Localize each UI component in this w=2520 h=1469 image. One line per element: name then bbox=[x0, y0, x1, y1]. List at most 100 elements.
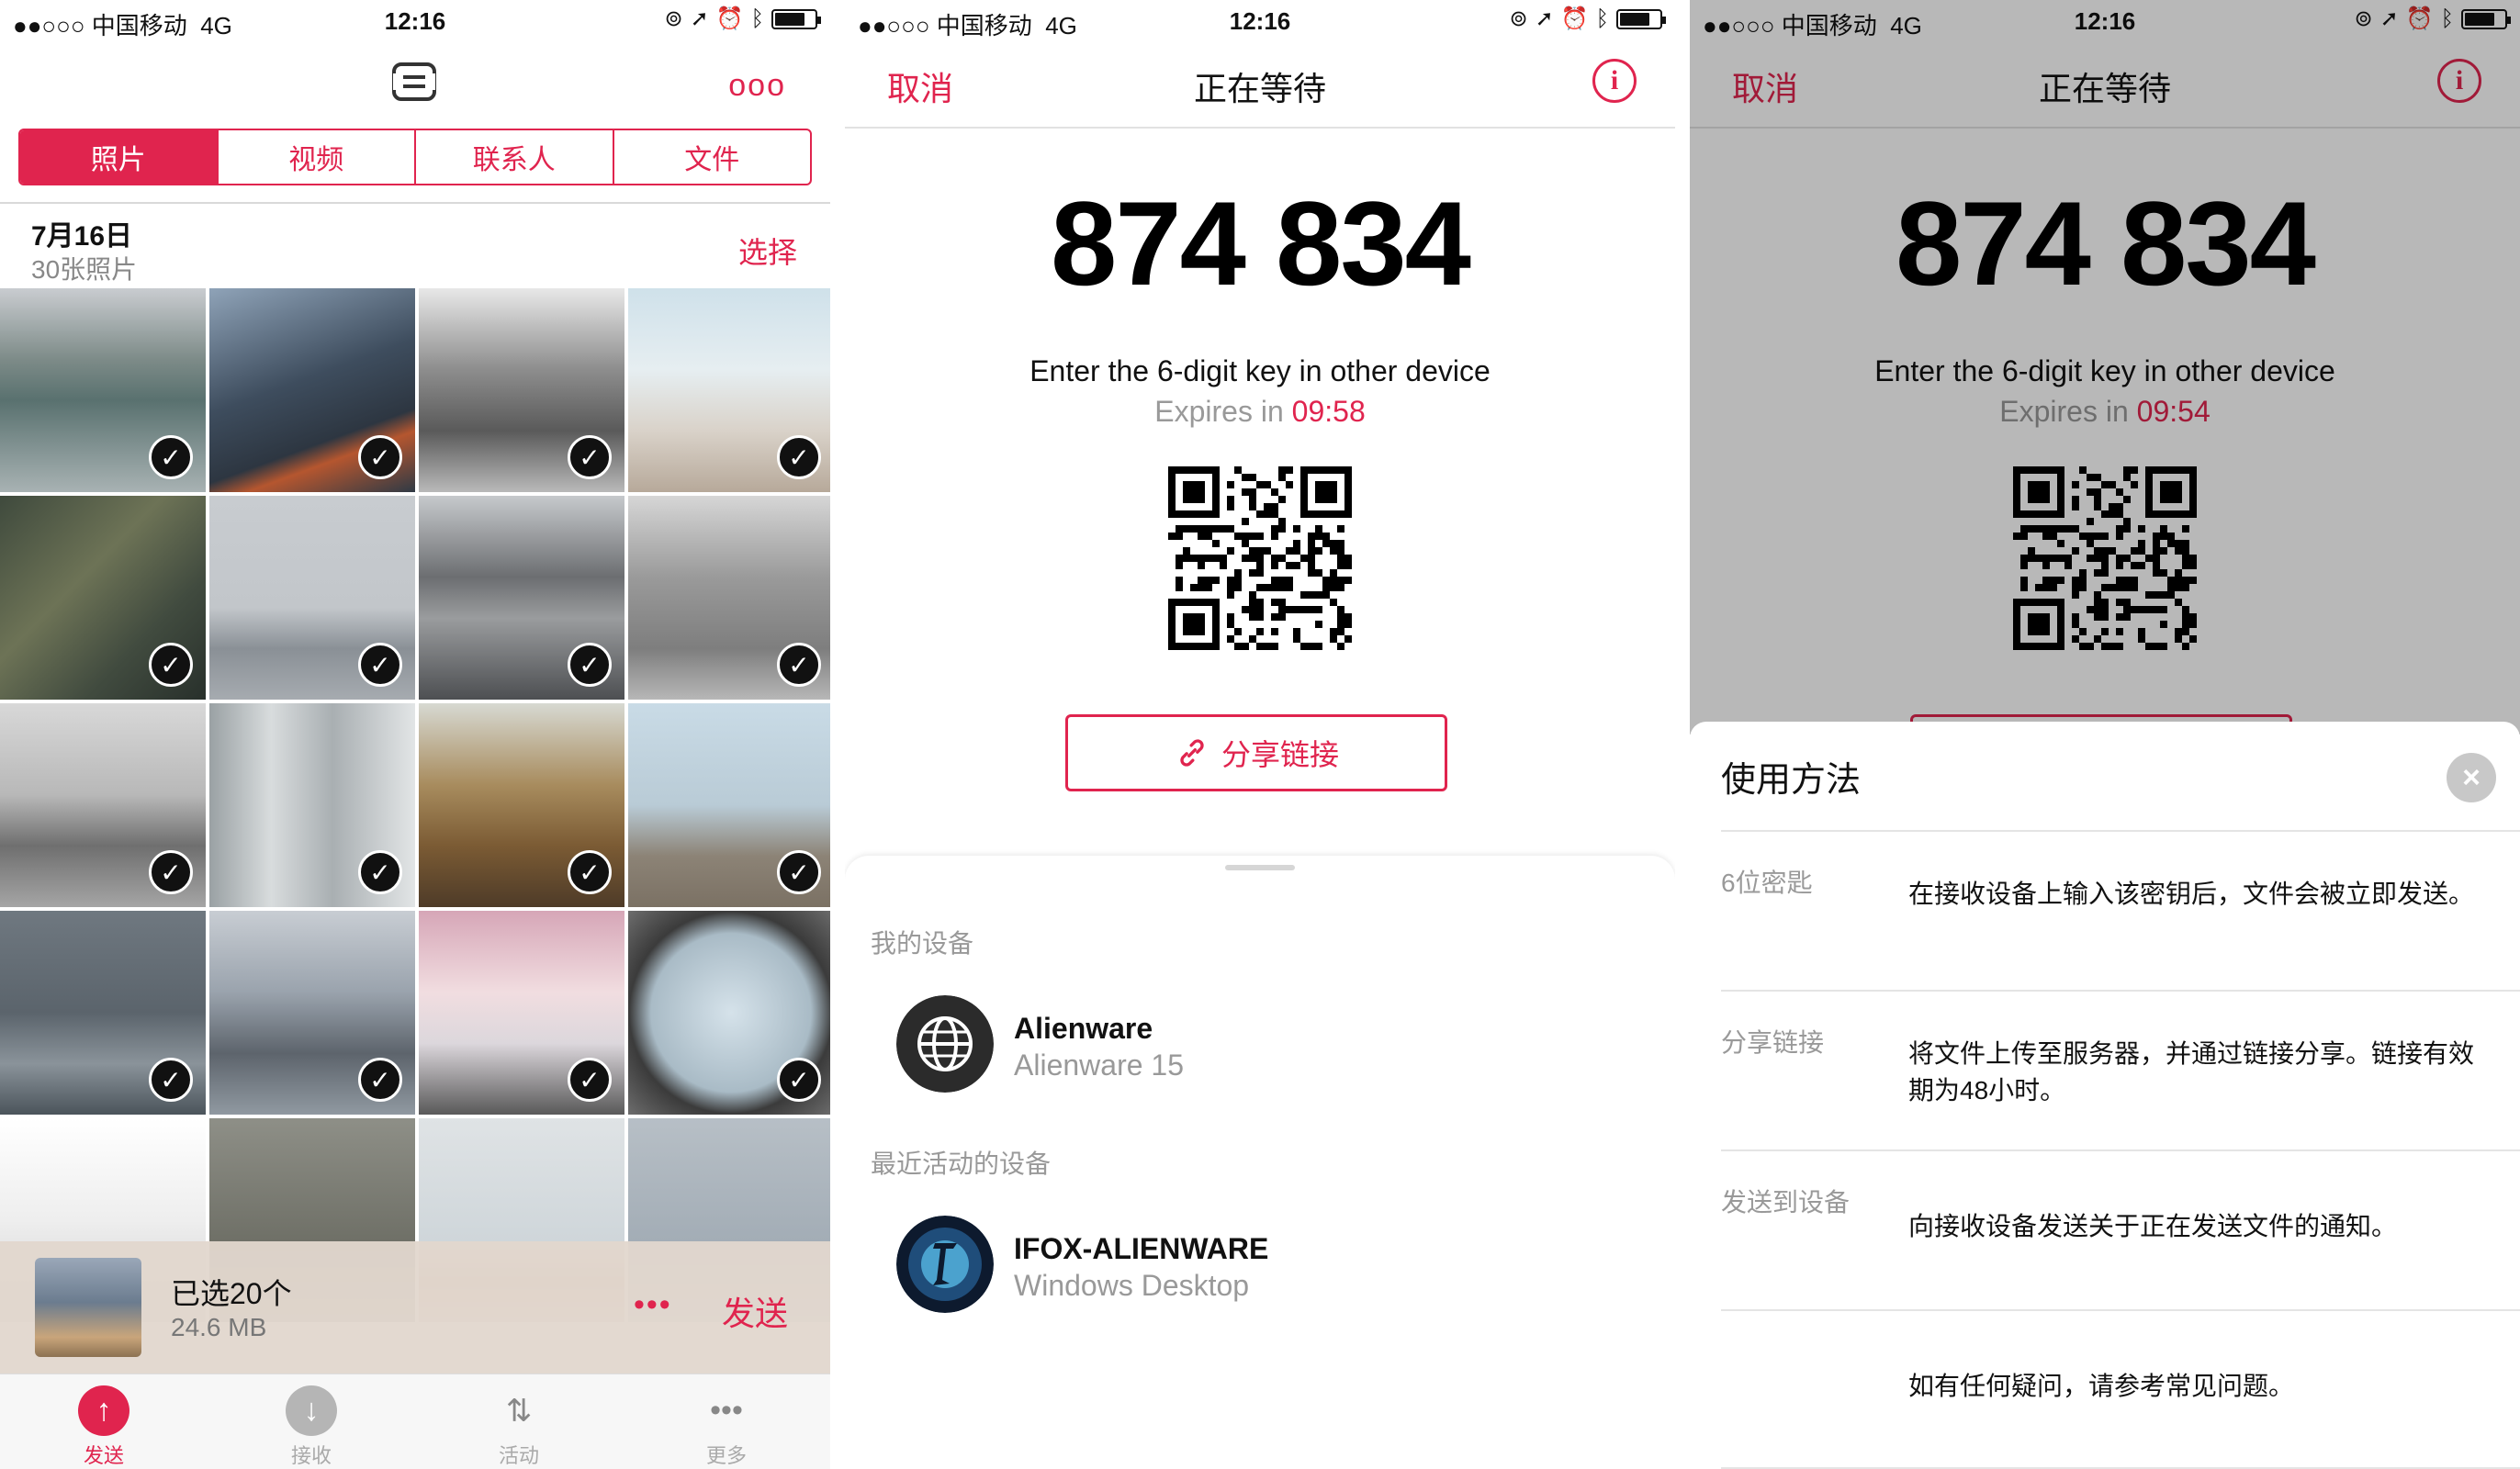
bluetooth-icon: ᛒ bbox=[750, 6, 764, 31]
tab-receive[interactable]: ↓ 接收 bbox=[208, 1374, 415, 1469]
qr-code bbox=[1168, 466, 1352, 650]
photo-thumbnail[interactable]: ✓ bbox=[0, 288, 206, 492]
photo-thumbnail[interactable]: ✓ bbox=[628, 911, 830, 1115]
checkmark-icon[interactable]: ✓ bbox=[149, 850, 193, 894]
selection-bar: 已选20个 24.6 MB ••• 发送 bbox=[0, 1241, 830, 1374]
device-model: Windows Desktop bbox=[1014, 1269, 1250, 1302]
waiting-screen: ●●○○○ 中国移动 4G 12:16 ⊚ ➚ ⏰ ᛒ 取消 正在等待 i 87… bbox=[845, 0, 1675, 1469]
checkmark-icon[interactable]: ✓ bbox=[358, 850, 402, 894]
screen-gap bbox=[830, 0, 845, 1469]
photo-thumbnail[interactable]: ✓ bbox=[209, 288, 415, 492]
share-link-label: 分享链接 bbox=[1221, 738, 1339, 771]
divider bbox=[1721, 830, 2520, 832]
section-date: 7月16日 bbox=[31, 221, 133, 252]
checkmark-icon[interactable]: ✓ bbox=[149, 435, 193, 479]
checkmark-icon[interactable]: ✓ bbox=[568, 1058, 612, 1102]
help-row-value: 将文件上传至服务器，并通过链接分享。链接有效期为48小时。 bbox=[1908, 1039, 2475, 1105]
status-bar: ●●○○○ 中国移动 4G 12:16 ⊚ ➚ ⏰ ᛒ bbox=[845, 0, 1675, 40]
checkmark-icon[interactable]: ✓ bbox=[149, 643, 193, 687]
device-row[interactable]: IFOX-ALIENWARE Windows Desktop bbox=[896, 1216, 1631, 1317]
checkmark-icon[interactable]: ✓ bbox=[568, 850, 612, 894]
expiry-prefix: Expires in bbox=[1154, 395, 1292, 428]
help-faq-note[interactable]: 如有任何疑问，请参考常见问题。 bbox=[1908, 1368, 2474, 1405]
photo-thumbnail[interactable]: ✓ bbox=[0, 496, 206, 700]
more-options-button[interactable]: ooo bbox=[728, 68, 786, 104]
alarm-icon: ⏰ bbox=[715, 6, 744, 31]
battery-icon bbox=[1616, 8, 1666, 29]
segment-videos[interactable]: 视频 bbox=[219, 130, 416, 184]
send-photos-screen: ●●○○○ 中国移动 4G 12:16 ⊚ ➚ ⏰ ᛒ ooo 照片 视频 联系… bbox=[0, 0, 830, 1469]
selection-more-button[interactable]: ••• bbox=[634, 1287, 672, 1323]
checkmark-icon[interactable]: ✓ bbox=[777, 850, 821, 894]
photo-thumbnail[interactable]: ✓ bbox=[419, 703, 624, 907]
checkmark-icon[interactable]: ✓ bbox=[777, 1058, 821, 1102]
tab-more[interactable]: ••• 更多 bbox=[623, 1374, 830, 1469]
photo-thumbnail[interactable]: ✓ bbox=[209, 496, 415, 700]
alarm-icon: ⏰ bbox=[1560, 6, 1589, 31]
expiry-text: Expires in 09:58 bbox=[845, 395, 1675, 429]
tab-activity[interactable]: ⇅ 活动 bbox=[415, 1374, 623, 1469]
close-icon[interactable]: × bbox=[2447, 753, 2496, 802]
selection-preview-image bbox=[35, 1258, 141, 1357]
photo-thumbnail[interactable]: ✓ bbox=[419, 911, 624, 1115]
recent-devices-heading: 最近活动的设备 bbox=[871, 1149, 1052, 1178]
select-button[interactable]: 选择 bbox=[738, 230, 797, 272]
navigation-bar: 取消 正在等待 i bbox=[845, 40, 1675, 129]
status-bar: ●●○○○ 中国移动 4G 12:16 ⊚ ➚ ⏰ ᛒ bbox=[0, 0, 830, 40]
photo-thumbnail[interactable]: ✓ bbox=[0, 703, 206, 907]
share-link-button[interactable]: 分享链接 bbox=[1065, 714, 1447, 791]
help-screen: ●●○○○ 中国移动 4G 12:16 ⊚ ➚ ⏰ ᛒ 取消 正在等待 i 87… bbox=[1690, 0, 2520, 1469]
dim-overlay[interactable] bbox=[1690, 0, 2520, 734]
sheet-grabber[interactable] bbox=[1225, 865, 1295, 870]
tab-send[interactable]: ↑ 发送 bbox=[0, 1374, 208, 1469]
divider bbox=[1721, 1149, 2520, 1151]
tab-label: 发送 bbox=[83, 1444, 124, 1467]
expiry-countdown: 09:58 bbox=[1291, 395, 1366, 428]
photo-thumbnail[interactable]: ✓ bbox=[209, 911, 415, 1115]
checkmark-icon[interactable]: ✓ bbox=[358, 643, 402, 687]
photo-thumbnail[interactable]: ✓ bbox=[419, 288, 624, 492]
device-model: Alienware 15 bbox=[1014, 1048, 1184, 1082]
tab-label: 活动 bbox=[498, 1444, 539, 1467]
checkmark-icon[interactable]: ✓ bbox=[568, 643, 612, 687]
devices-sheet: 我的设备 Alienware Alienware 15 最近活动的设备 IFOX… bbox=[845, 856, 1675, 1469]
globe-icon bbox=[896, 995, 994, 1093]
checkmark-icon[interactable]: ✓ bbox=[777, 643, 821, 687]
transfer-icon: ⇅ bbox=[505, 1393, 533, 1429]
photo-thumbnail[interactable]: ✓ bbox=[419, 496, 624, 700]
photo-thumbnail[interactable]: ✓ bbox=[628, 288, 830, 492]
my-devices-heading: 我的设备 bbox=[871, 929, 974, 958]
photo-thumbnail[interactable]: ✓ bbox=[628, 496, 830, 700]
info-icon[interactable]: i bbox=[1592, 59, 1637, 103]
divider bbox=[1721, 990, 2520, 992]
lock-rotation-icon: ⊚ bbox=[664, 6, 683, 31]
checkmark-icon[interactable]: ✓ bbox=[149, 1058, 193, 1102]
segment-photos[interactable]: 照片 bbox=[20, 130, 219, 184]
section-photo-count: 30张照片 bbox=[31, 255, 138, 284]
checkmark-icon[interactable]: ✓ bbox=[568, 435, 612, 479]
photo-thumbnail[interactable]: ✓ bbox=[0, 911, 206, 1115]
app-header: ooo bbox=[0, 40, 830, 132]
location-arrow-icon: ➚ bbox=[1535, 6, 1554, 31]
arrow-up-icon: ↑ bbox=[78, 1385, 129, 1436]
help-row-value: 在接收设备上输入该密钥后，文件会被立即发送。 bbox=[1908, 880, 2475, 908]
checkmark-icon[interactable]: ✓ bbox=[358, 1058, 402, 1102]
page-title: 正在等待 bbox=[1193, 70, 1326, 107]
checkmark-icon[interactable]: ✓ bbox=[358, 435, 402, 479]
segment-files[interactable]: 文件 bbox=[614, 130, 811, 184]
photo-grid: ✓ ✓ ✓ ✓ ✓ ✓ ✓ ✓ ✓ ✓ ✓ ✓ ✓ ✓ ✓ ✓ bbox=[0, 288, 830, 1322]
help-row-key: 6位密匙 bbox=[1721, 869, 1813, 897]
device-row[interactable]: Alienware Alienware 15 bbox=[896, 995, 1631, 1096]
bluetooth-icon: ᛒ bbox=[1595, 6, 1609, 31]
link-icon bbox=[1180, 739, 1204, 767]
device-name: Alienware bbox=[1014, 1012, 1153, 1045]
media-type-segmented-control: 照片 视频 联系人 文件 bbox=[18, 129, 812, 185]
selection-size: 24.6 MB bbox=[171, 1313, 267, 1341]
checkmark-icon[interactable]: ✓ bbox=[777, 435, 821, 479]
photo-thumbnail[interactable]: ✓ bbox=[628, 703, 830, 907]
help-row-value: 向接收设备发送关于正在发送文件的通知。 bbox=[1908, 1212, 2398, 1240]
help-sheet: 使用方法 × 6位密匙 在接收设备上输入该密钥后，文件会被立即发送。 分享链接 … bbox=[1690, 722, 2520, 1469]
photo-thumbnail[interactable]: ✓ bbox=[209, 703, 415, 907]
send-button[interactable]: 发送 bbox=[722, 1287, 788, 1335]
segment-contacts[interactable]: 联系人 bbox=[416, 130, 614, 184]
